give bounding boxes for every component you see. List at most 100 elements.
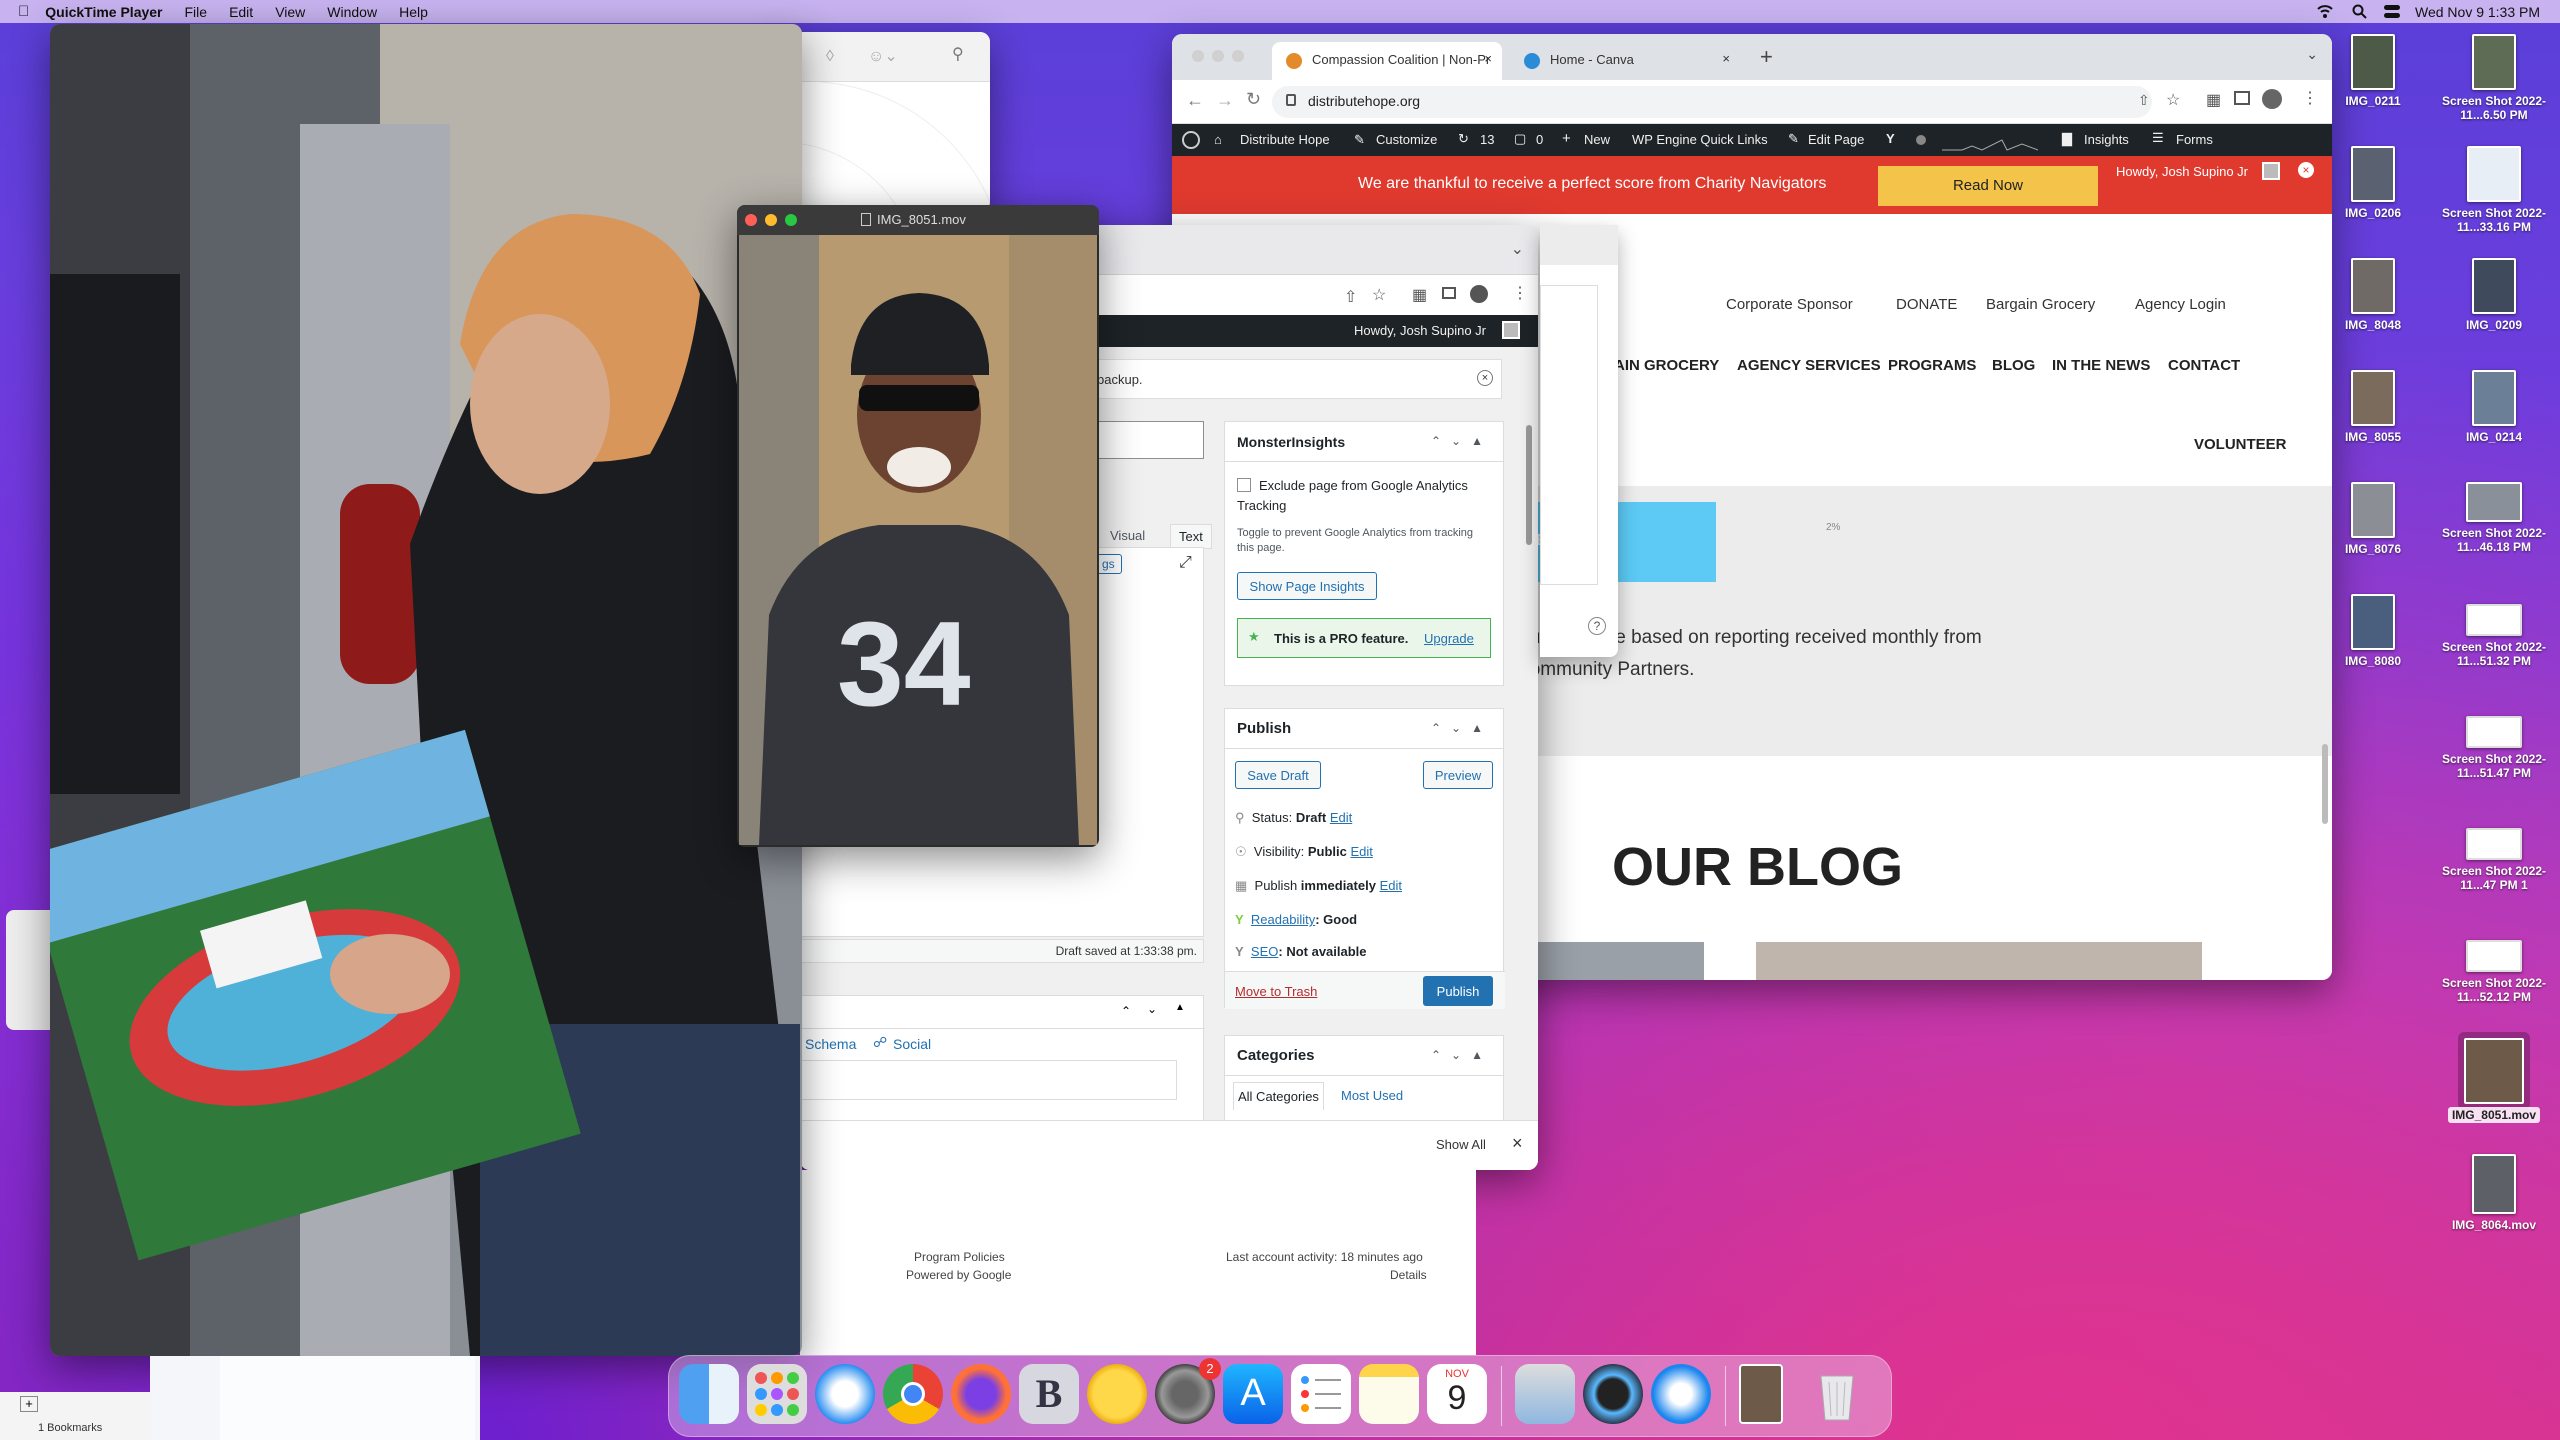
visibility-edit-link[interactable]: Edit xyxy=(1351,844,1373,859)
scrollbar[interactable] xyxy=(2322,744,2328,824)
quicktime-icon[interactable] xyxy=(1583,1364,1643,1424)
nav-donate[interactable]: DONATE xyxy=(1896,296,1957,313)
search-icon[interactable] xyxy=(2352,4,2367,19)
desktop-icon-img-8076[interactable]: IMG_8076 xyxy=(2313,482,2433,556)
video-frame-man-in-jersey[interactable]: 34 xyxy=(739,235,1097,845)
nav-agency-services[interactable]: AGENCY SERVICES xyxy=(1737,357,1881,374)
menu-view[interactable]: View xyxy=(275,4,305,20)
desktop-icon-img-8055[interactable]: IMG_8055 xyxy=(2313,370,2433,444)
nav-volunteer[interactable]: VOLUNTEER xyxy=(2194,436,2287,453)
desktop-icon-img-0206[interactable]: IMG_0206 xyxy=(2313,146,2433,220)
tag-icon[interactable]: ◊ xyxy=(826,48,834,66)
share-icon[interactable]: ⇧ xyxy=(2138,92,2150,109)
nav-bargain-grocery-main[interactable]: AIN GROCERY xyxy=(1614,357,1719,374)
finder-icon[interactable] xyxy=(679,1364,739,1424)
menu-edit[interactable]: Edit xyxy=(229,4,253,20)
panel-arrows-icon[interactable]: ⌃⌄▲ xyxy=(1431,434,1493,448)
desktop-icon-screenshot-4[interactable]: Screen Shot 2022-11...51.32 PM xyxy=(2434,604,2554,668)
yoast-icon[interactable]: Y xyxy=(1886,131,1895,146)
wp-updates-count[interactable]: 13 xyxy=(1480,132,1494,147)
desktop-icon-screenshot-7[interactable]: Screen Shot 2022-11...52.12 PM xyxy=(2434,940,2554,1004)
desktop-icon-screenshot-5[interactable]: Screen Shot 2022-11...51.47 PM xyxy=(2434,716,2554,780)
extensions-icon[interactable]: ▦ xyxy=(1412,285,1427,305)
sidebar-icon[interactable] xyxy=(2234,91,2250,105)
desktop-icon-img-8051-selected[interactable]: IMG_8051.mov xyxy=(2434,1038,2554,1123)
apple-icon[interactable]:  xyxy=(18,3,29,20)
panel-arrows-icon[interactable]: ⌃⌄▲ xyxy=(1431,1048,1493,1062)
fullscreen-icon[interactable]: ⤢ xyxy=(1179,554,1192,572)
menu-app-name[interactable]: QuickTime Player xyxy=(45,4,162,20)
tab-compassion[interactable]: Compassion Coalition | Non-Pr × xyxy=(1272,42,1502,80)
read-now-button[interactable]: Read Now xyxy=(1878,166,2098,206)
nav-programs[interactable]: PROGRAMS xyxy=(1888,357,1976,374)
star-icon[interactable]: ☆ xyxy=(2166,90,2180,110)
wp-site-link[interactable]: Distribute Hope xyxy=(1240,132,1330,147)
desktop-icon-screenshot-3[interactable]: Screen Shot 2022-11...46.18 PM xyxy=(2434,482,2554,554)
program-policies-link[interactable]: Program Policies xyxy=(914,1250,1005,1264)
clock[interactable]: Wed Nov 9 1:33 PM xyxy=(2415,4,2540,20)
close-icon[interactable]: × xyxy=(1512,1133,1523,1154)
toggle-icon[interactable]: ▲ xyxy=(1175,1002,1185,1013)
nav-blog[interactable]: BLOG xyxy=(1992,357,2035,374)
notes-icon[interactable] xyxy=(1359,1364,1419,1424)
desktop-icon-img-0209[interactable]: IMG_0209 xyxy=(2434,258,2554,332)
chevron-down-icon[interactable]: ⌄ xyxy=(1147,1002,1157,1016)
wp-customize-link[interactable]: Customize xyxy=(1376,132,1437,147)
menu-help[interactable]: Help xyxy=(399,4,428,20)
desktop-icon-img-8048[interactable]: IMG_8048 xyxy=(2313,258,2433,332)
chrome-icon[interactable] xyxy=(883,1364,943,1424)
tab-all-categories[interactable]: All Categories xyxy=(1233,1082,1324,1110)
wp-new-link[interactable]: New xyxy=(1584,132,1610,147)
search-icon[interactable]: ⚲ xyxy=(952,44,964,64)
tab-visual[interactable]: Visual xyxy=(1110,528,1145,543)
wifi-icon[interactable] xyxy=(2316,3,2334,19)
smiley-icon[interactable]: ☺⌄ xyxy=(868,46,898,66)
sidebar-icon[interactable] xyxy=(1442,287,1456,299)
desktop-icon-img-8064[interactable]: IMG_8064.mov xyxy=(2434,1154,2554,1232)
control-center-icon[interactable] xyxy=(2384,5,2400,18)
firefox-icon[interactable] xyxy=(951,1364,1011,1424)
desktop-icon-img-0214[interactable]: IMG_0214 xyxy=(2434,370,2554,444)
calendar-icon[interactable]: NOV 9 xyxy=(1427,1364,1487,1424)
blog-card-image[interactable] xyxy=(1756,942,2202,980)
upgrade-link[interactable]: Upgrade xyxy=(1424,631,1474,646)
scrollbar[interactable] xyxy=(1526,425,1532,545)
menu-window[interactable]: Window xyxy=(327,4,377,20)
trash-icon[interactable] xyxy=(1807,1364,1867,1424)
profile-icon[interactable] xyxy=(2262,89,2282,109)
zoom-button[interactable] xyxy=(785,214,797,226)
tab-most-used[interactable]: Most Used xyxy=(1341,1088,1403,1103)
wordpress-icon[interactable] xyxy=(1182,131,1200,149)
tab-schema[interactable]: Schema xyxy=(805,1036,856,1052)
readability-link[interactable]: Readability xyxy=(1251,912,1315,927)
wp-insights[interactable]: Insights xyxy=(2084,132,2129,147)
help-icon[interactable]: ? xyxy=(1588,617,1606,635)
menu-file[interactable]: File xyxy=(185,4,208,20)
tab-text[interactable]: Text xyxy=(1170,524,1212,549)
bbedit-icon[interactable]: B xyxy=(1019,1364,1079,1424)
schedule-edit-link[interactable]: Edit xyxy=(1380,878,1402,893)
new-tab-button[interactable]: + xyxy=(1760,44,1773,70)
publish-button[interactable]: Publish xyxy=(1423,976,1493,1006)
howdy-text[interactable]: Howdy, Josh Supino Jr xyxy=(2116,164,2248,179)
wp-quicklinks[interactable]: WP Engine Quick Links xyxy=(1632,132,1768,147)
close-icon[interactable]: × xyxy=(2298,162,2314,178)
desktop-icon-img-0211[interactable]: IMG_0211 xyxy=(2313,34,2433,108)
safari-icon[interactable] xyxy=(815,1364,875,1424)
add-icon[interactable]: + xyxy=(20,1396,38,1412)
preview-button[interactable]: Preview xyxy=(1423,761,1493,789)
system-settings-icon[interactable]: 2 xyxy=(1155,1358,1221,1424)
share-icon[interactable]: ⇧ xyxy=(1344,287,1357,307)
blog-card-image[interactable] xyxy=(1532,942,1704,980)
tab-canva[interactable]: Home - Canva × xyxy=(1510,42,1740,80)
details-link[interactable]: Details xyxy=(1390,1268,1427,1282)
nav-corporate-sponsor[interactable]: Corporate Sponsor xyxy=(1726,296,1853,313)
safari-web-app-icon[interactable] xyxy=(1651,1364,1711,1424)
move-to-trash-link[interactable]: Move to Trash xyxy=(1235,984,1317,999)
avatar[interactable] xyxy=(2262,162,2280,180)
chevron-down-icon[interactable]: ⌄ xyxy=(1511,239,1524,259)
show-all-button[interactable]: Show All xyxy=(1436,1137,1486,1152)
lock-icon[interactable] xyxy=(1286,94,1296,106)
status-edit-link[interactable]: Edit xyxy=(1330,810,1352,825)
close-icon[interactable]: × xyxy=(1722,51,1730,66)
